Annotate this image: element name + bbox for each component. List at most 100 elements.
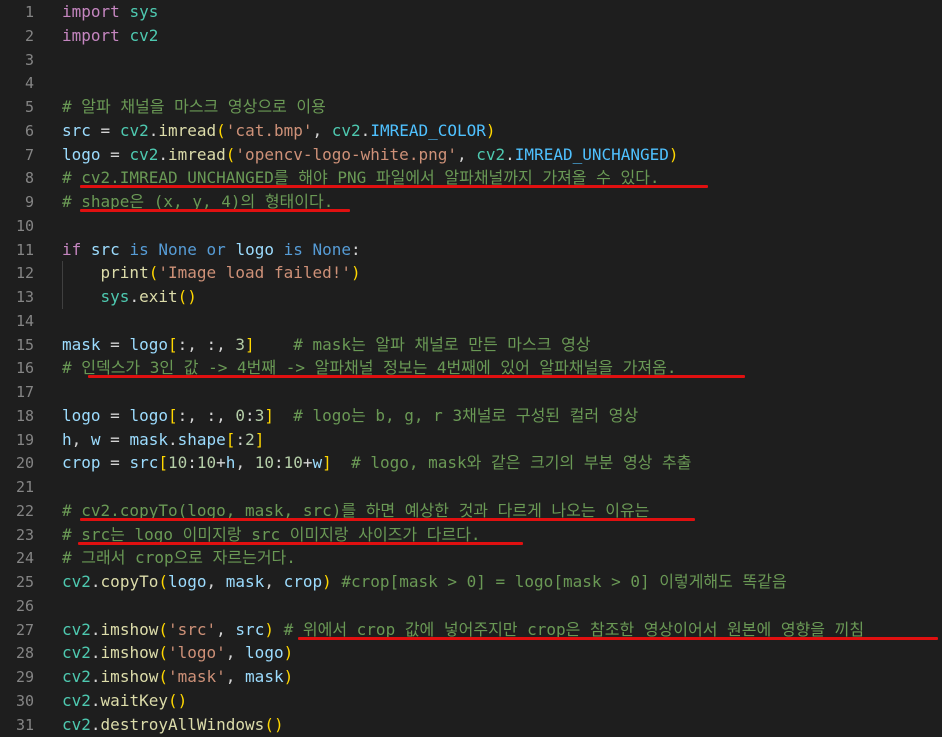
code-token: [ [167, 405, 178, 425]
code-token: 10 [196, 453, 217, 473]
code-editor[interactable]: 1 import sys 2 import cv2 3 4 5 # 알파 채널을 마스크 영상… [0, 0, 942, 737]
code-token: IMREAD_UNCHANGED [514, 144, 669, 164]
code-token: [ [225, 429, 236, 449]
line-number: 23 [15, 525, 34, 544]
code-token: cv2 [62, 714, 91, 734]
code-token: logo [129, 334, 168, 354]
code-token: , [456, 144, 477, 164]
code-line[interactable]: 31 cv2.destroyAllWindows() [0, 713, 942, 737]
code-token: cv2 [129, 25, 159, 45]
line-number: 30 [15, 691, 34, 710]
code-line[interactable]: 5 # 알파 채널을 마스크 영상으로 이용 [0, 95, 942, 119]
line-number: 25 [15, 573, 34, 591]
code-token: None [158, 239, 197, 259]
code-token: imread [158, 120, 217, 140]
line-number: 5 [24, 98, 34, 116]
code-line[interactable]: 18 logo = logo[:, :, 0:3] # logo는 b, g, r… [0, 404, 942, 428]
code-token: . [90, 643, 101, 663]
code-token: mask [225, 572, 265, 591]
code-token: shape [177, 429, 226, 449]
code-token: w [312, 453, 323, 473]
code-text: if src is None or logo is None: [62, 238, 361, 262]
code-token: 'mask' [167, 667, 226, 686]
code-token: None [312, 239, 352, 259]
line-number: 13 [15, 288, 34, 306]
line-number: 4 [24, 74, 34, 93]
code-line[interactable]: 12 print('Image load failed!') [0, 261, 942, 286]
code-line[interactable]: 30 cv2.waitKey() [0, 689, 942, 713]
code-token: ( [158, 643, 168, 663]
code-token: ( [216, 120, 226, 140]
line-number: 12 [15, 264, 34, 283]
code-line[interactable]: 15 mask = logo[:, :, 3] # mask는 알파 채널로 만든… [0, 333, 942, 357]
code-line[interactable]: 28 cv2.imshow('logo', logo) [0, 641, 942, 665]
red-annotation-underline [88, 375, 745, 379]
code-token: = [100, 334, 130, 354]
code-token: = [100, 144, 130, 164]
red-annotation-underline [80, 185, 708, 189]
code-line[interactable]: 1 import sys [0, 0, 942, 24]
code-token: src [90, 239, 120, 259]
code-line[interactable]: 17 [0, 380, 942, 404]
code-line[interactable]: 26 [0, 594, 942, 618]
line-number: 10 [15, 216, 34, 235]
code-line[interactable]: 7 logo = cv2.imread('opencv-logo-white.pn… [0, 143, 942, 167]
code-token: ( [148, 263, 159, 283]
code-token: waitKey [100, 690, 168, 710]
code-line[interactable]: 10 [0, 214, 942, 238]
code-token: cv2 [62, 643, 91, 663]
code-token: 'opencv-logo-white.png' [235, 144, 457, 164]
code-token: 'logo' [167, 643, 226, 663]
code-line[interactable]: 24 # 그래서 crop으로 자르는거다. [0, 546, 942, 570]
red-annotation-underline [80, 517, 695, 521]
code-line[interactable]: 3 [0, 48, 942, 72]
code-line[interactable]: 25 cv2.copyTo(logo, mask, crop) #crop[mas… [0, 570, 942, 594]
code-token: destroyAllWindows [100, 714, 265, 734]
code-line[interactable]: 14 [0, 309, 942, 333]
code-line[interactable]: 20 crop = src[10:10+h, 10:10+w] # logo, m… [0, 451, 942, 475]
code-token: . [90, 572, 101, 591]
code-token: w [90, 429, 101, 449]
code-token: cv2 [129, 144, 159, 164]
code-token: # 그래서 crop으로 자르는거다. [62, 548, 296, 568]
code-line[interactable]: 2 import cv2 [0, 24, 942, 48]
code-token: ] [264, 405, 274, 425]
code-token: imread [167, 144, 226, 164]
code-token: . [90, 690, 101, 710]
line-number: 20 [15, 454, 34, 473]
code-token: . [90, 714, 101, 734]
code-token: :, :, [177, 334, 236, 354]
code-token: , [71, 429, 91, 449]
code-token: , [225, 667, 246, 686]
code-line[interactable]: 11 if src is None or logo is None: [0, 238, 942, 262]
code-token: ( [225, 144, 236, 164]
code-token: ] [322, 453, 332, 473]
code-line[interactable]: 21 [0, 475, 942, 499]
code-token: ) [351, 263, 361, 283]
code-token: IMREAD_COLOR [370, 120, 486, 140]
code-token: # src는 logo 이미지랑 src 이미지랑 사이즈가 다르다. [62, 524, 481, 544]
line-number: 21 [15, 478, 34, 496]
code-token: if [62, 239, 82, 259]
code-token: logo [62, 405, 101, 425]
code-token: mask [245, 667, 284, 686]
code-line[interactable]: 4 [0, 71, 942, 95]
code-line[interactable]: 19 h, w = mask.shape[:2] [0, 428, 942, 452]
code-token: print [100, 263, 149, 283]
code-token: ) [322, 572, 332, 591]
code-line[interactable]: 29 cv2.imshow('mask', mask) [0, 665, 942, 689]
code-line[interactable]: 13 sys.exit() [0, 285, 942, 309]
code-token: is [283, 239, 303, 259]
code-token: = [90, 120, 120, 140]
code-text: import sys [62, 0, 158, 24]
code-token: cv2 [62, 619, 91, 639]
code-token: () [167, 690, 188, 710]
code-token: 'Image load failed!' [158, 263, 351, 283]
code-text: # 알파 채널을 마스크 영상으로 이용 [62, 95, 326, 119]
code-line[interactable]: 6 src = cv2.imread('cat.bmp', cv2.IMREAD_… [0, 119, 942, 143]
